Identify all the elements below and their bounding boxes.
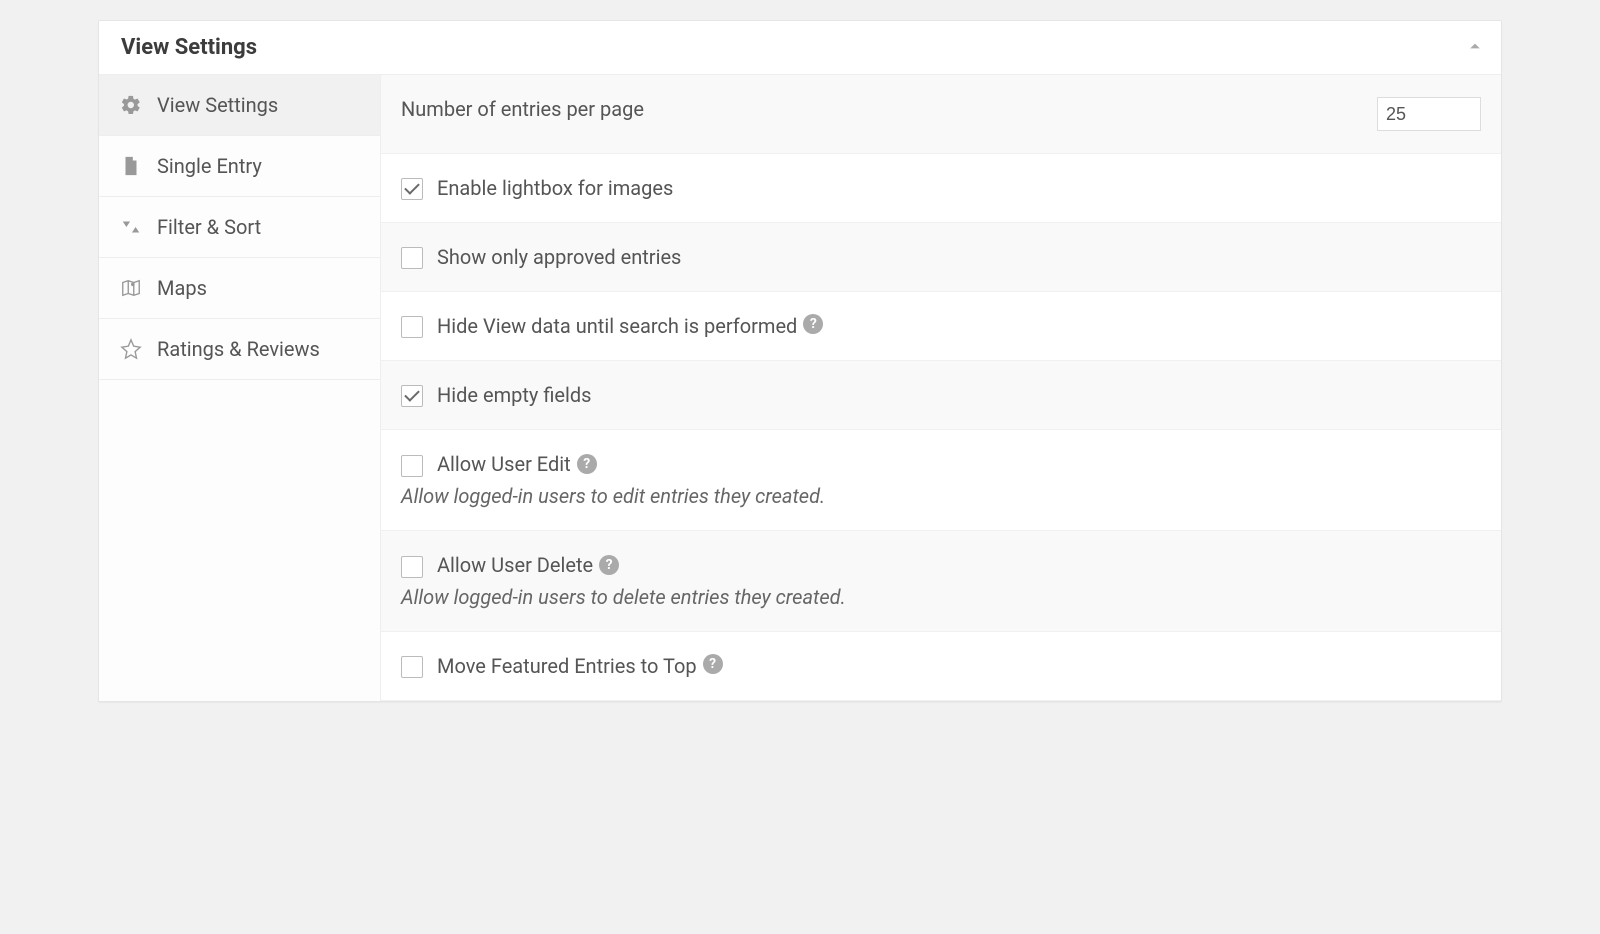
sidebar-item-label: Filter & Sort: [157, 215, 261, 239]
user-delete-row: Allow User Delete ? Allow logged-in user…: [381, 531, 1501, 632]
user-delete-label: Allow User Delete: [437, 553, 593, 577]
user-delete-description: Allow logged-in users to delete entries …: [401, 585, 846, 609]
approved-only-checkbox[interactable]: [401, 247, 423, 269]
sidebar-item-ratings-reviews[interactable]: Ratings & Reviews: [99, 319, 380, 380]
sidebar-item-label: View Settings: [157, 93, 278, 117]
help-icon[interactable]: ?: [599, 555, 619, 575]
hide-empty-row: Hide empty fields: [381, 361, 1501, 430]
entries-per-page-input[interactable]: [1377, 97, 1481, 131]
entries-per-page-label: Number of entries per page: [401, 97, 1377, 121]
view-settings-panel: View Settings View Settings Single Entry: [98, 20, 1502, 702]
user-edit-row: Allow User Edit ? Allow logged-in users …: [381, 430, 1501, 531]
hide-empty-label: Hide empty fields: [437, 383, 591, 407]
hide-until-search-checkbox[interactable]: [401, 316, 423, 338]
approved-only-row: Show only approved entries: [381, 223, 1501, 292]
user-edit-description: Allow logged-in users to edit entries th…: [401, 484, 825, 508]
help-icon[interactable]: ?: [703, 654, 723, 674]
help-icon[interactable]: ?: [577, 454, 597, 474]
panel-header: View Settings: [99, 21, 1501, 75]
sidebar-item-filter-sort[interactable]: Filter & Sort: [99, 197, 380, 258]
approved-only-label: Show only approved entries: [437, 245, 681, 269]
collapse-toggle[interactable]: [1469, 40, 1481, 55]
featured-top-row: Move Featured Entries to Top ?: [381, 632, 1501, 701]
star-icon: [119, 337, 143, 361]
sidebar-item-label: Maps: [157, 276, 207, 300]
user-edit-label: Allow User Edit: [437, 452, 571, 476]
sidebar-item-label: Single Entry: [157, 154, 262, 178]
filter-sort-icon: [119, 215, 143, 239]
hide-until-search-label: Hide View data until search is performed: [437, 314, 797, 338]
sidebar-item-single-entry[interactable]: Single Entry: [99, 136, 380, 197]
lightbox-row: Enable lightbox for images: [381, 154, 1501, 223]
sidebar-item-view-settings[interactable]: View Settings: [99, 75, 380, 136]
lightbox-checkbox[interactable]: [401, 178, 423, 200]
featured-top-checkbox[interactable]: [401, 656, 423, 678]
hide-empty-checkbox[interactable]: [401, 385, 423, 407]
panel-body: View Settings Single Entry Filter & Sort…: [99, 75, 1501, 701]
gear-icon: [119, 93, 143, 117]
featured-top-label: Move Featured Entries to Top: [437, 654, 697, 678]
user-delete-checkbox[interactable]: [401, 556, 423, 578]
hide-until-search-row: Hide View data until search is performed…: [381, 292, 1501, 361]
entries-per-page-row: Number of entries per page: [381, 75, 1501, 154]
map-icon: [119, 276, 143, 300]
sidebar-item-maps[interactable]: Maps: [99, 258, 380, 319]
settings-content: Number of entries per page Enable lightb…: [381, 75, 1501, 701]
sidebar-item-label: Ratings & Reviews: [157, 337, 320, 361]
settings-sidebar: View Settings Single Entry Filter & Sort…: [99, 75, 381, 701]
user-edit-checkbox[interactable]: [401, 455, 423, 477]
document-icon: [119, 154, 143, 178]
lightbox-label: Enable lightbox for images: [437, 176, 673, 200]
help-icon[interactable]: ?: [803, 314, 823, 334]
panel-title: View Settings: [121, 35, 257, 60]
